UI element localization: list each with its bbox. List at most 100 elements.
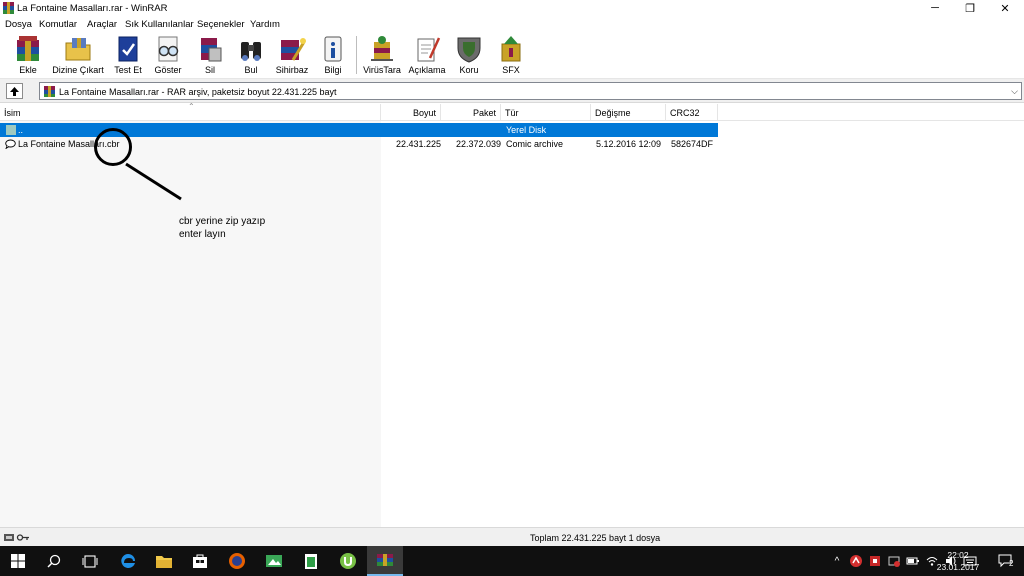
column-header-packed[interactable]: Paket (441, 104, 501, 121)
annotation-line-1: cbr yerine zip yazıp (179, 216, 266, 227)
row-modified: 5.12.2016 12:09 (596, 139, 662, 149)
power-tray-icon[interactable] (906, 554, 920, 568)
winrar-app-icon (3, 2, 14, 14)
taskbar-winrar[interactable] (367, 546, 403, 576)
up-arrow-icon (10, 86, 19, 96)
add-button[interactable]: Ekle (3, 34, 53, 77)
protect-shield-icon (457, 37, 481, 63)
column-header-name[interactable]: İsim (0, 104, 381, 121)
column-header-size[interactable]: Boyut (381, 104, 441, 121)
folder-icon (156, 555, 172, 568)
disk-icon (6, 125, 16, 135)
sfx-button[interactable]: SFX (486, 34, 536, 77)
find-binoculars-icon (241, 42, 261, 61)
virus-scan-button[interactable]: VirüsTara (357, 34, 407, 77)
red-shield-tray-icon[interactable] (868, 554, 882, 568)
sfx-label: SFX (502, 65, 520, 75)
view-glasses-icon (158, 36, 179, 62)
task-view-button[interactable] (72, 546, 108, 576)
virus-scan-icon (371, 36, 393, 61)
info-icon (324, 36, 342, 62)
row-size: 22.431.225 (396, 139, 442, 149)
column-header-modified[interactable]: Değişme (591, 104, 666, 121)
menu-komutlar[interactable]: Komutlar (39, 19, 77, 30)
taskbar: ^ 22:02 23.01.2017 2 (0, 546, 1024, 576)
show-hidden-icons-chevron-icon[interactable]: ^ (829, 556, 845, 567)
winrar-taskbar-icon (377, 554, 393, 566)
delete-icon (201, 38, 222, 62)
menu-secenekler[interactable]: Seçenekler (197, 19, 245, 30)
status-text: Toplam 22.431.225 bayt 1 dosya (530, 533, 661, 543)
rar-archive-icon (44, 86, 55, 97)
address-bar: La Fontaine Masalları.rar - RAR arşiv, p… (0, 79, 1024, 103)
restore-button[interactable]: ❐ (953, 0, 987, 16)
sfx-icon (501, 36, 521, 62)
menu-dosya[interactable]: Dosya (5, 19, 32, 30)
close-button[interactable]: ✕ (988, 0, 1022, 16)
utorrent-icon (340, 553, 356, 569)
antivirus-tray-icon[interactable] (849, 554, 863, 568)
info-label: Bilgi (324, 65, 342, 75)
title-bar: La Fontaine Masalları.rar - WinRAR ─ ❐ ✕ (0, 0, 1024, 16)
firefox-icon (229, 553, 245, 569)
toolbar: Ekle Dizine Çıkart Test Et Göster Sil Bu… (0, 32, 1024, 79)
column-header-type[interactable]: Tür (501, 104, 591, 121)
taskbar-edge[interactable] (110, 546, 146, 576)
list-header: ⌃ İsim Boyut Paket Tür Değişme CRC32 (0, 102, 1024, 121)
menu-bar: Dosya Komutlar Araçlar Sık Kullanılanlar… (0, 16, 1024, 32)
row-name: .. (18, 125, 24, 135)
column-header-crc32[interactable]: CRC32 (666, 104, 718, 121)
menu-yardim[interactable]: Yardım (250, 19, 280, 30)
comment-icon (417, 37, 441, 62)
virus-scan-label: VirüsTara (363, 65, 401, 75)
clock[interactable]: 22:02 23.01.2017 (930, 549, 986, 573)
annotation-line-2: enter layın (179, 229, 226, 240)
clock-time: 22:02 (947, 550, 969, 560)
taskbar-notes[interactable] (293, 546, 329, 576)
minimize-button[interactable]: ─ (918, 0, 952, 16)
store-bag-icon (193, 554, 207, 568)
search-icon (47, 554, 61, 568)
notification-count-badge: 2 (1009, 559, 1014, 568)
row-type: Yerel Disk (506, 125, 547, 135)
row-crc32: 582674DF (671, 139, 714, 149)
notes-icon (305, 554, 317, 569)
start-button[interactable] (0, 546, 36, 576)
name-column-background (0, 121, 381, 527)
row-packed: 22.372.039 (456, 139, 502, 149)
window-title: La Fontaine Masalları.rar - WinRAR (17, 3, 168, 14)
menu-sik-kullanilanlar[interactable]: Sık Kullanılanlar (125, 19, 194, 30)
status-bar: Toplam 22.431.225 bayt 1 dosya (0, 527, 1024, 546)
taskbar-firefox[interactable] (219, 546, 255, 576)
edge-browser-icon (121, 554, 135, 568)
path-dropdown[interactable]: La Fontaine Masalları.rar - RAR arşiv, p… (39, 82, 1022, 100)
up-folder-button[interactable] (6, 83, 23, 99)
taskbar-store[interactable] (182, 546, 218, 576)
taskbar-file-explorer[interactable] (146, 546, 182, 576)
extract-to-label: Dizine Çıkart (52, 65, 104, 75)
task-view-icon (82, 554, 98, 568)
extract-to-button[interactable]: Dizine Çıkart (52, 34, 104, 77)
action-center-button[interactable]: 2 (988, 546, 1024, 576)
photos-icon (266, 555, 282, 567)
annotation-text: cbr yerine zip yazıp enter layın (179, 215, 265, 241)
annotation-pointer-line (125, 162, 182, 201)
test-archive-icon (118, 36, 138, 62)
info-button[interactable]: Bilgi (308, 34, 358, 77)
path-text: La Fontaine Masalları.rar - RAR arşiv, p… (59, 87, 337, 97)
sync-tray-icon[interactable] (887, 554, 901, 568)
drive-key-icon (4, 534, 29, 541)
menu-araclar[interactable]: Araçlar (87, 19, 117, 30)
add-archive-icon (17, 36, 39, 61)
chevron-down-icon[interactable]: ⌵ (1011, 86, 1018, 97)
wizard-icon (281, 38, 306, 61)
clock-date: 23.01.2017 (936, 562, 980, 572)
taskbar-utorrent[interactable] (330, 546, 366, 576)
annotation-circle (94, 128, 132, 166)
row-type: Comic archive (506, 139, 564, 149)
windows-logo-icon (11, 554, 25, 568)
add-label: Ekle (19, 65, 37, 75)
taskbar-photos[interactable] (256, 546, 292, 576)
speech-bubble-file-icon (5, 139, 16, 149)
search-button[interactable] (36, 546, 72, 576)
